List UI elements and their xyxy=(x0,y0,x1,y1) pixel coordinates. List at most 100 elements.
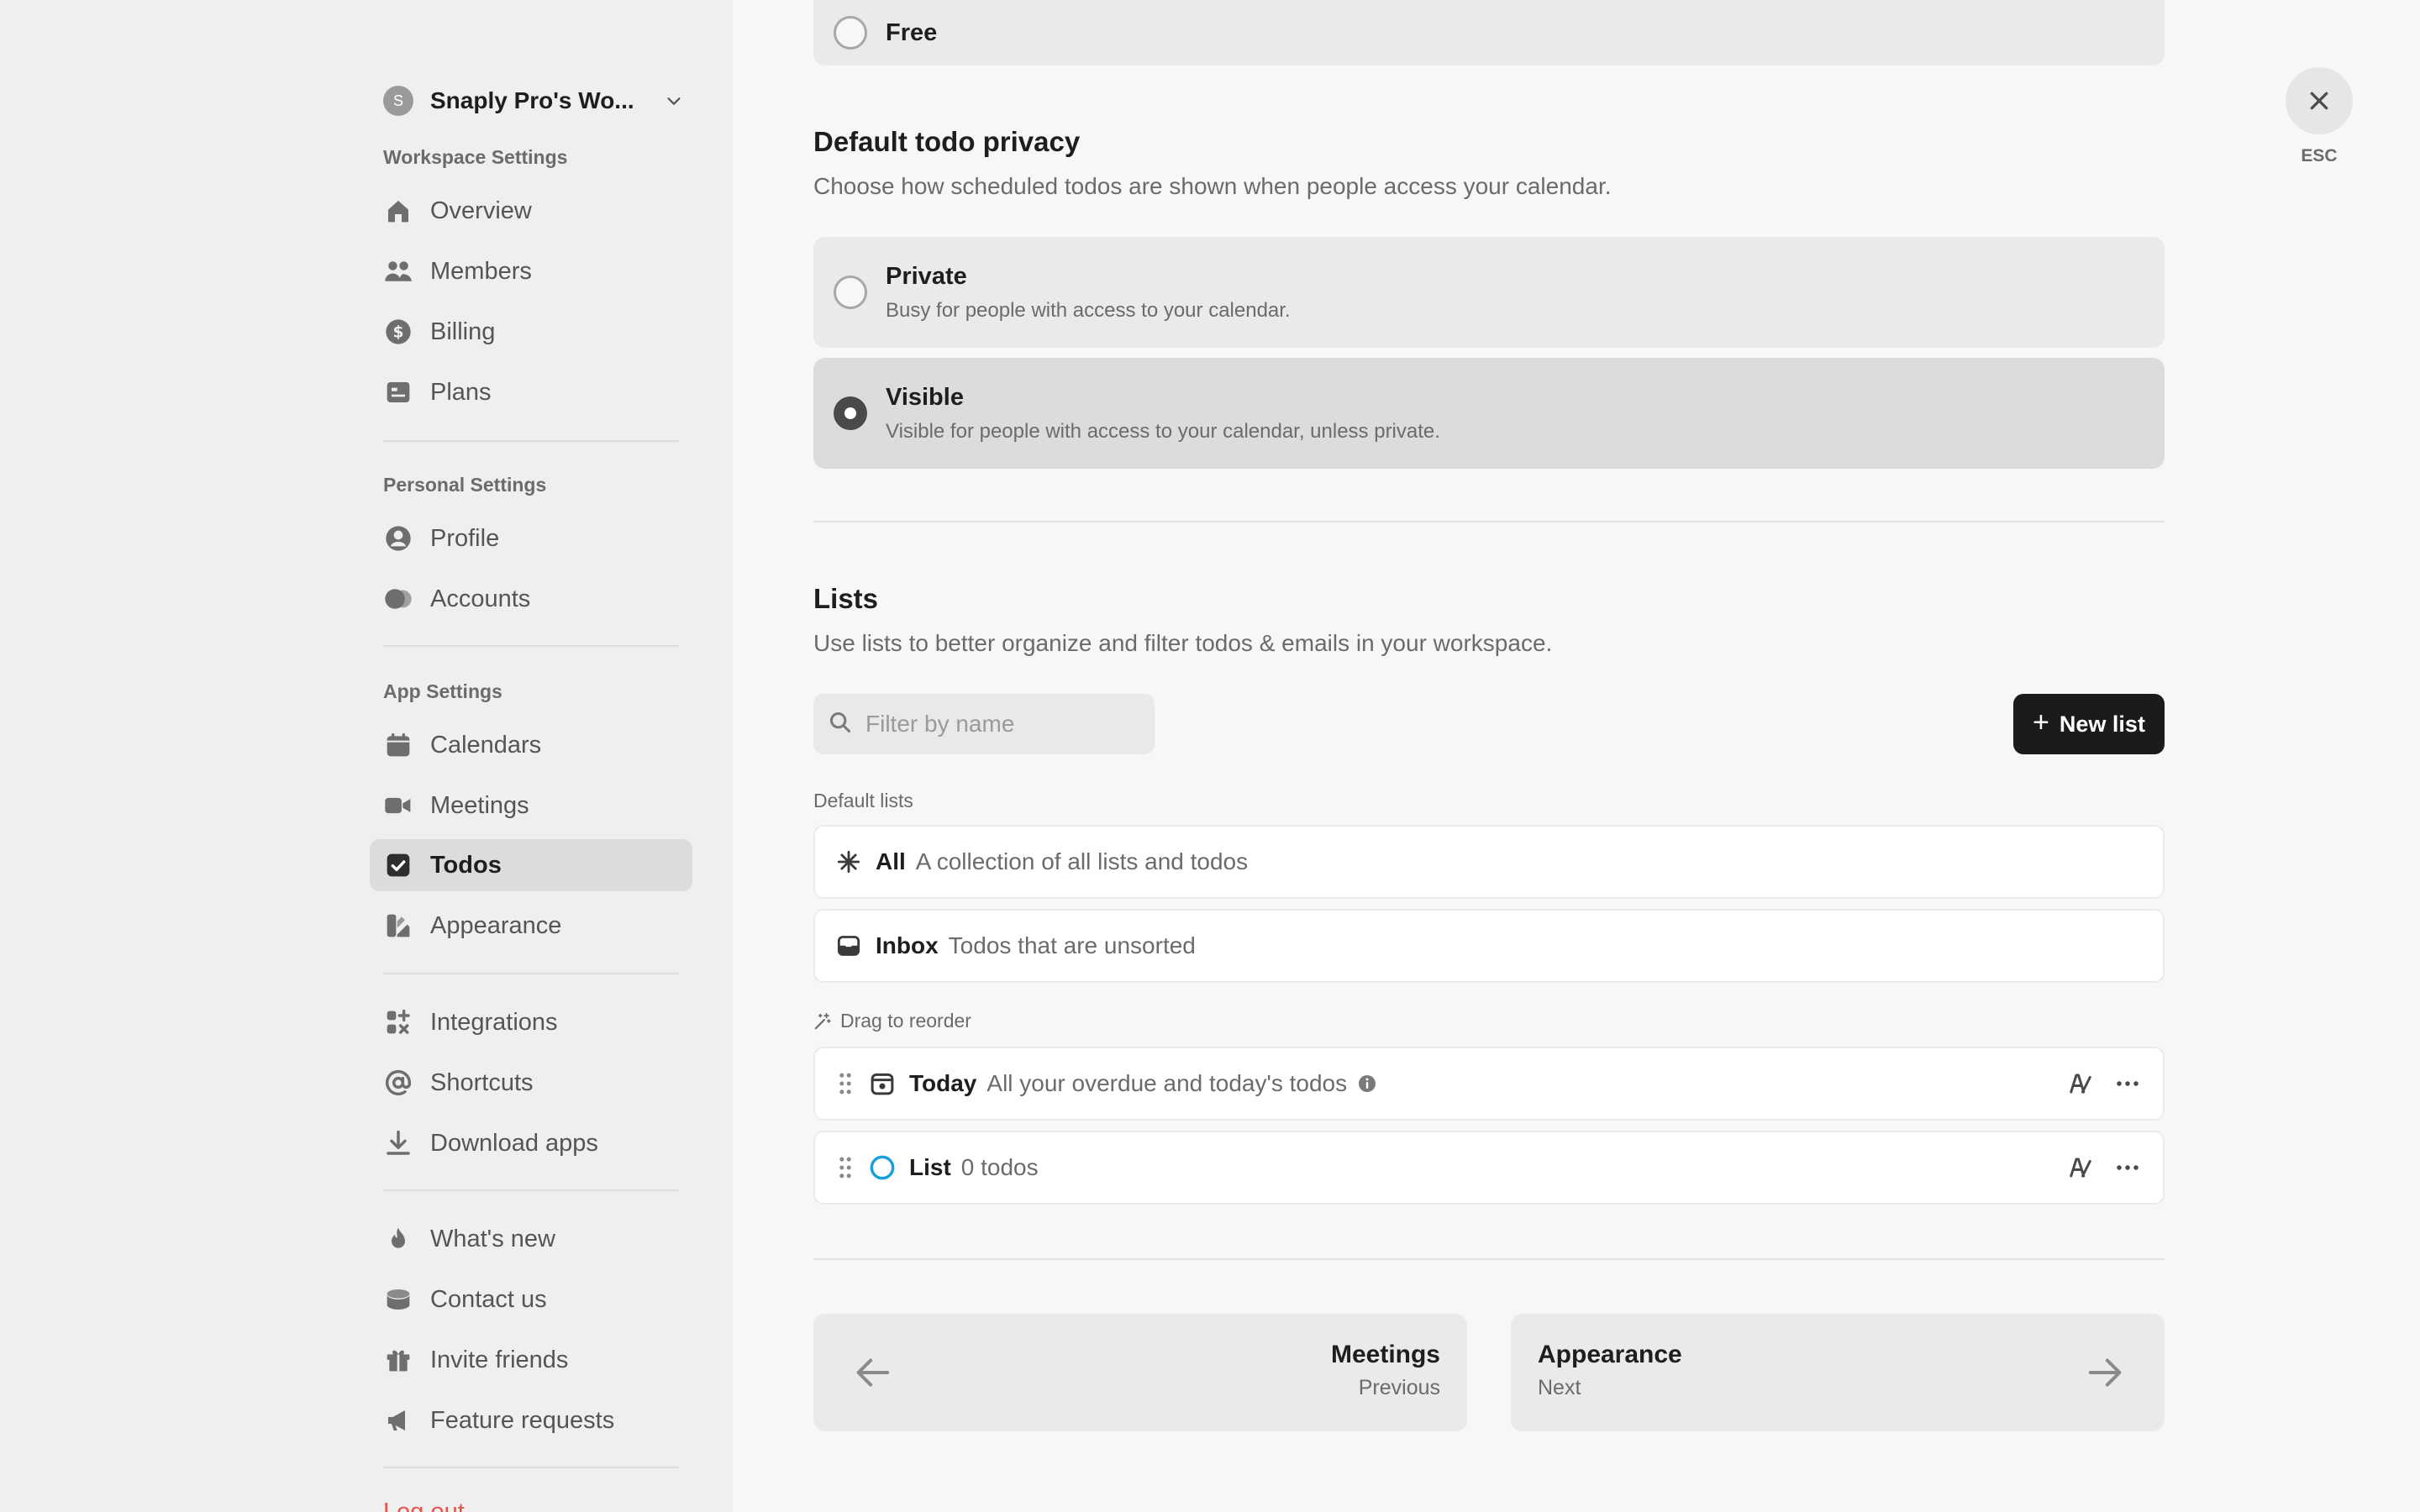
user-circle-icon xyxy=(383,523,413,554)
list-row-inbox[interactable]: Inbox Todos that are unsorted xyxy=(813,909,2165,983)
privacy-option-private[interactable]: Private Busy for people with access to y… xyxy=(813,237,2165,348)
home-icon xyxy=(383,196,413,226)
radio-unchecked-icon[interactable] xyxy=(834,16,867,50)
filter-input-wrapper[interactable] xyxy=(813,694,1155,754)
sidebar-item-todos[interactable]: Todos xyxy=(370,839,692,891)
divider xyxy=(383,1189,679,1191)
video-icon xyxy=(383,790,413,821)
sidebar-item-profile[interactable]: Profile xyxy=(370,512,692,564)
sidebar-item-appearance[interactable]: Appearance xyxy=(370,900,692,952)
sidebar-item-label: Contact us xyxy=(430,1285,547,1313)
sidebar-item-calendars[interactable]: Calendars xyxy=(370,719,692,771)
inbox-icon xyxy=(835,932,862,959)
sidebar-item-billing[interactable]: $ Billing xyxy=(370,306,692,358)
list-row-all[interactable]: All A collection of all lists and todos xyxy=(813,825,2165,899)
sidebar-item-label: Overview xyxy=(430,197,532,224)
previous-page-title: Meetings xyxy=(1330,1341,1440,1368)
previous-page-card[interactable]: Meetings Previous xyxy=(813,1314,1467,1431)
filter-input[interactable] xyxy=(865,711,1134,738)
section-description-lists: Use lists to better organize and filter … xyxy=(813,630,1553,656)
download-icon xyxy=(383,1128,413,1158)
sidebar-item-members[interactable]: Members xyxy=(370,245,692,297)
next-page-card[interactable]: Appearance Next xyxy=(1511,1314,2165,1431)
drag-handle-icon[interactable] xyxy=(835,1070,855,1097)
section-title-lists: Lists xyxy=(813,583,879,614)
option-subtitle: Visible for people with access to your c… xyxy=(886,419,1440,443)
rename-icon[interactable] xyxy=(2065,1152,2096,1183)
close-button[interactable] xyxy=(2286,67,2353,134)
list-row-today[interactable]: Today All your overdue and today's todos xyxy=(813,1047,2165,1121)
workspace-switcher[interactable]: S Snaply Pro's Wo... xyxy=(383,84,686,118)
section-divider xyxy=(813,521,2165,522)
logout-link[interactable]: Log out xyxy=(383,1499,465,1512)
sidebar-item-overview[interactable]: Overview xyxy=(370,185,692,237)
sidebar-item-download-apps[interactable]: Download apps xyxy=(370,1117,692,1169)
sidebar-item-label: Shortcuts xyxy=(430,1068,534,1096)
radio-checked-icon[interactable] xyxy=(834,396,867,430)
megaphone-icon xyxy=(383,1405,413,1436)
divider xyxy=(383,973,679,974)
next-page-title: Appearance xyxy=(1538,1341,1682,1368)
sidebar-item-label: Invite friends xyxy=(430,1346,569,1373)
users-icon xyxy=(383,256,413,286)
plans-icon xyxy=(383,377,413,407)
arrow-right-icon xyxy=(2087,1356,2124,1389)
list-name: All xyxy=(876,848,906,874)
rename-icon[interactable] xyxy=(2065,1068,2096,1099)
list-circle-icon xyxy=(869,1154,896,1181)
divider xyxy=(383,440,679,442)
list-name: List xyxy=(909,1154,951,1180)
sidebar-item-shortcuts[interactable]: Shortcuts xyxy=(370,1057,692,1109)
flame-icon xyxy=(383,1224,413,1254)
option-title: Private xyxy=(886,262,967,290)
sidebar-item-label: Accounts xyxy=(430,585,531,612)
list-description: Todos that are unsorted xyxy=(948,932,1196,958)
dollar-icon: $ xyxy=(383,317,413,347)
sidebar-item-label: Calendars xyxy=(430,731,542,759)
asterisk-icon xyxy=(835,848,862,875)
sidebar-item-integrations[interactable]: Integrations xyxy=(370,996,692,1048)
drag-to-reorder-hint: Drag to reorder xyxy=(813,1010,971,1032)
list-description: 0 todos xyxy=(960,1154,1039,1180)
more-options-icon[interactable] xyxy=(2112,1068,2143,1099)
sidebar-item-accounts[interactable]: Accounts xyxy=(370,573,692,625)
integrations-icon xyxy=(383,1007,413,1037)
list-name: Inbox xyxy=(876,932,939,958)
drag-handle-icon[interactable] xyxy=(835,1154,855,1181)
sidebar-item-label: Meetings xyxy=(430,791,529,819)
sidebar-item-label: Feature requests xyxy=(430,1406,615,1434)
info-icon[interactable] xyxy=(1357,1074,1377,1094)
radio-unchecked-icon[interactable] xyxy=(834,276,867,309)
svg-text:$: $ xyxy=(393,324,404,342)
sidebar-item-invite-friends[interactable]: Invite friends xyxy=(370,1334,692,1386)
sidebar-item-feature-requests[interactable]: Feature requests xyxy=(370,1394,692,1446)
section-title-workspace: Workspace Settings xyxy=(383,146,568,168)
privacy-option-visible[interactable]: Visible Visible for people with access t… xyxy=(813,358,2165,469)
sidebar-item-contact-us[interactable]: Contact us xyxy=(370,1273,692,1326)
sidebar-item-label: Members xyxy=(430,257,532,285)
accounts-icon xyxy=(383,584,413,614)
plus-icon: + xyxy=(2033,706,2049,738)
more-options-icon[interactable] xyxy=(2112,1152,2143,1183)
section-title-personal: Personal Settings xyxy=(383,474,547,496)
close-icon xyxy=(2307,88,2332,113)
divider xyxy=(383,645,679,647)
list-row-list[interactable]: List 0 todos xyxy=(813,1131,2165,1205)
list-name: Today xyxy=(909,1070,977,1096)
sidebar-item-plans[interactable]: Plans xyxy=(370,366,692,418)
sidebar-item-meetings[interactable]: Meetings xyxy=(370,780,692,832)
sparkle-icon xyxy=(813,1012,832,1031)
sidebar-item-whats-new[interactable]: What's new xyxy=(370,1213,692,1265)
calendar-today-icon xyxy=(869,1070,896,1097)
calendar-icon xyxy=(383,730,413,760)
sidebar-item-label: Plans xyxy=(430,378,492,406)
option-title: Visible xyxy=(886,383,964,411)
section-title-privacy: Default todo privacy xyxy=(813,126,1081,157)
billing-option-free[interactable]: Free xyxy=(813,0,2165,66)
new-list-button[interactable]: + New list xyxy=(2013,694,2165,754)
sidebar-item-label: Integrations xyxy=(430,1008,558,1036)
checkbox-icon xyxy=(383,850,413,880)
section-title-app: App Settings xyxy=(383,680,502,702)
section-divider xyxy=(813,1258,2165,1260)
sidebar-item-label: Download apps xyxy=(430,1129,598,1157)
